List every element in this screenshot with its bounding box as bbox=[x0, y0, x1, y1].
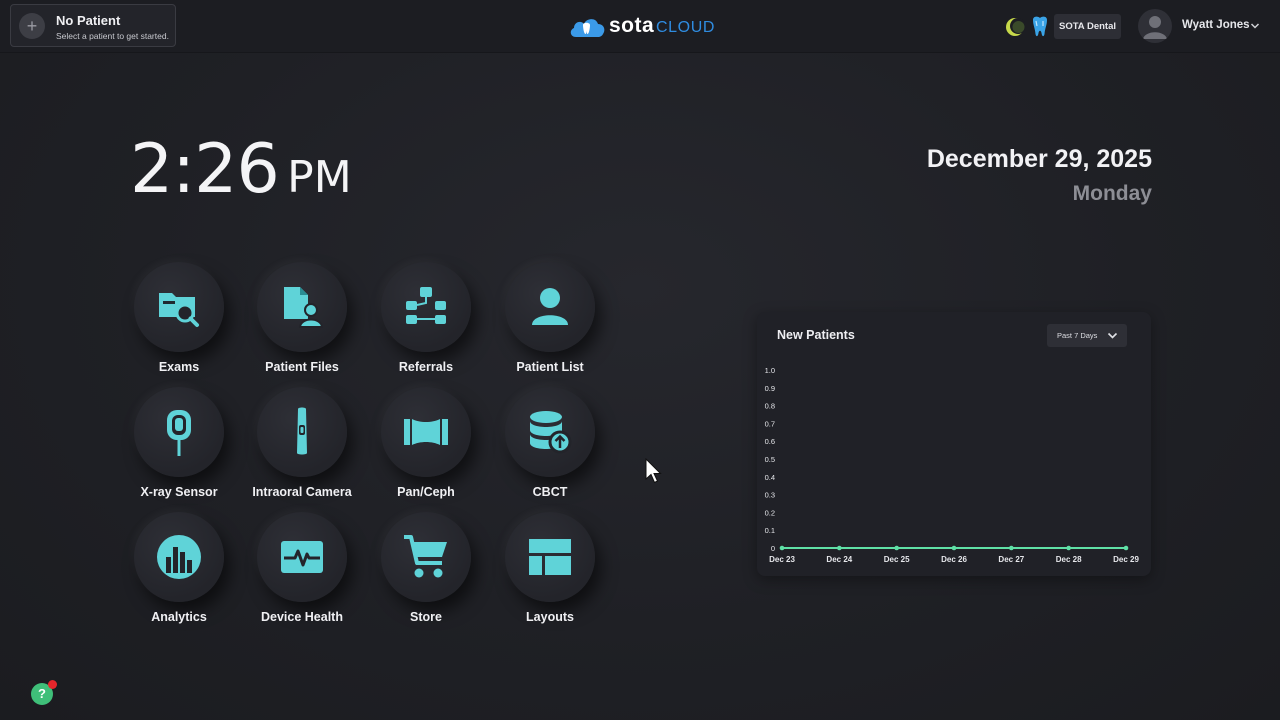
logo-brand: sota bbox=[609, 14, 655, 37]
tile-label: Store bbox=[410, 610, 442, 624]
patient-selector[interactable]: + No Patient Select a patient to get sta… bbox=[10, 4, 176, 47]
clock: 2:26 PM bbox=[130, 130, 352, 209]
clock-time: 2:26 bbox=[130, 130, 280, 209]
user-avatar-icon bbox=[1143, 16, 1167, 39]
layout-grid-icon bbox=[529, 539, 571, 575]
y-tick-label: 0.3 bbox=[765, 491, 775, 500]
y-tick-label: 0.9 bbox=[765, 384, 775, 393]
sota-cloud-logo: sota CLOUD bbox=[568, 14, 718, 42]
plus-icon: + bbox=[19, 13, 45, 39]
current-weekday: Monday bbox=[1072, 182, 1152, 205]
xray-sensor-icon bbox=[167, 410, 191, 456]
data-point[interactable] bbox=[779, 545, 785, 551]
y-tick-label: 0.2 bbox=[765, 508, 775, 517]
patient-subtitle: Select a patient to get started. bbox=[56, 31, 169, 41]
chart-title: New Patients bbox=[777, 328, 855, 342]
bar-chart-icon bbox=[157, 535, 201, 579]
y-tick-label: 1.0 bbox=[765, 366, 775, 375]
patient-file-icon bbox=[284, 287, 324, 328]
tile-store[interactable]: Store bbox=[366, 512, 486, 632]
y-tick-label: 0.7 bbox=[765, 419, 775, 428]
range-dropdown[interactable]: Past 7 Days bbox=[1047, 324, 1127, 347]
cloud-logo-icon bbox=[570, 19, 605, 37]
database-upload-icon bbox=[530, 411, 572, 454]
tile-xray-sensor[interactable]: X-ray Sensor bbox=[119, 387, 239, 507]
y-tick-label: 0.4 bbox=[765, 473, 775, 482]
current-date: December 29, 2025 bbox=[926, 145, 1152, 173]
clock-ampm: PM bbox=[287, 152, 352, 203]
tile-label: Referrals bbox=[398, 360, 454, 374]
y-tick-label: 0.5 bbox=[765, 455, 775, 464]
heartbeat-monitor-icon bbox=[281, 541, 323, 573]
tile-cbct[interactable]: CBCT bbox=[490, 387, 610, 507]
tile-label: X-ray Sensor bbox=[140, 485, 218, 499]
tile-label: Patient List bbox=[516, 360, 584, 374]
data-point[interactable] bbox=[951, 545, 957, 551]
tile-label: Exams bbox=[158, 360, 200, 374]
data-point[interactable] bbox=[1123, 545, 1129, 551]
tile-exams[interactable]: Exams bbox=[119, 262, 239, 382]
y-tick-label: 0 bbox=[771, 544, 775, 553]
tile-patient-list[interactable]: Patient List bbox=[490, 262, 610, 382]
tile-label: Layouts bbox=[526, 610, 574, 624]
top-bar: + No Patient Select a patient to get sta… bbox=[0, 0, 1280, 53]
range-label: Past 7 Days bbox=[1057, 331, 1098, 340]
y-tick-label: 0.1 bbox=[765, 526, 775, 535]
tile-analytics[interactable]: Analytics bbox=[119, 512, 239, 632]
tile-device-health[interactable]: Device Health bbox=[242, 512, 362, 632]
x-tick-label: Dec 23 bbox=[769, 555, 795, 564]
x-tick-label: Dec 27 bbox=[998, 555, 1024, 564]
user-name[interactable]: Wyatt Jones bbox=[1182, 19, 1250, 31]
mouse-cursor-icon bbox=[645, 458, 662, 484]
intraoral-camera-icon bbox=[297, 407, 307, 455]
tile-patient-files[interactable]: Patient Files bbox=[242, 262, 362, 382]
tile-label: Pan/Ceph bbox=[397, 485, 455, 499]
x-tick-label: Dec 24 bbox=[826, 555, 852, 564]
y-tick-label: 0.6 bbox=[765, 437, 775, 446]
x-tick-label: Dec 25 bbox=[884, 555, 910, 564]
folder-search-icon bbox=[159, 293, 199, 327]
panoramic-icon bbox=[404, 419, 448, 445]
tile-label: Device Health bbox=[261, 610, 343, 624]
tile-label: CBCT bbox=[532, 485, 568, 499]
data-point[interactable] bbox=[837, 545, 842, 551]
x-tick-label: Dec 26 bbox=[941, 555, 967, 564]
chevron-down-icon bbox=[1107, 332, 1118, 339]
avatar[interactable] bbox=[1138, 9, 1172, 43]
logo-suffix: CLOUD bbox=[656, 19, 716, 36]
notification-dot bbox=[48, 680, 57, 689]
tooth-icon[interactable] bbox=[1031, 16, 1049, 38]
tile-label: Analytics bbox=[151, 610, 207, 624]
tile-layouts[interactable]: Layouts bbox=[490, 512, 610, 632]
tile-pan-ceph[interactable]: Pan/Ceph bbox=[366, 387, 486, 507]
x-tick-label: Dec 29 bbox=[1113, 555, 1139, 564]
practice-badge[interactable]: SOTA Dental bbox=[1054, 14, 1121, 39]
tile-referrals[interactable]: Referrals bbox=[366, 262, 486, 382]
x-tick-label: Dec 28 bbox=[1056, 555, 1082, 564]
shopping-cart-icon bbox=[404, 535, 447, 578]
y-tick-label: 0.8 bbox=[765, 402, 775, 411]
tile-label: Patient Files bbox=[265, 360, 339, 374]
data-point[interactable] bbox=[1009, 545, 1014, 551]
new-patients-card: New Patients Past 7 Days 1.0 0.9 0.8 0.7 0.6… bbox=[757, 312, 1151, 576]
patient-title: No Patient bbox=[56, 13, 121, 28]
theme-toggle-icon[interactable] bbox=[1005, 17, 1025, 37]
referral-network-icon bbox=[406, 287, 446, 324]
data-point[interactable] bbox=[894, 545, 899, 551]
person-icon bbox=[532, 288, 568, 325]
chevron-down-icon[interactable] bbox=[1250, 21, 1260, 31]
data-point[interactable] bbox=[1066, 545, 1071, 551]
tile-intraoral-camera[interactable]: Intraoral Camera bbox=[242, 387, 362, 507]
tile-label: Intraoral Camera bbox=[252, 485, 352, 499]
new-patients-chart: 1.0 0.9 0.8 0.7 0.6 0.5 0.4 0.3 0.2 0.1 0 Dec 23 Dec… bbox=[765, 366, 1140, 564]
